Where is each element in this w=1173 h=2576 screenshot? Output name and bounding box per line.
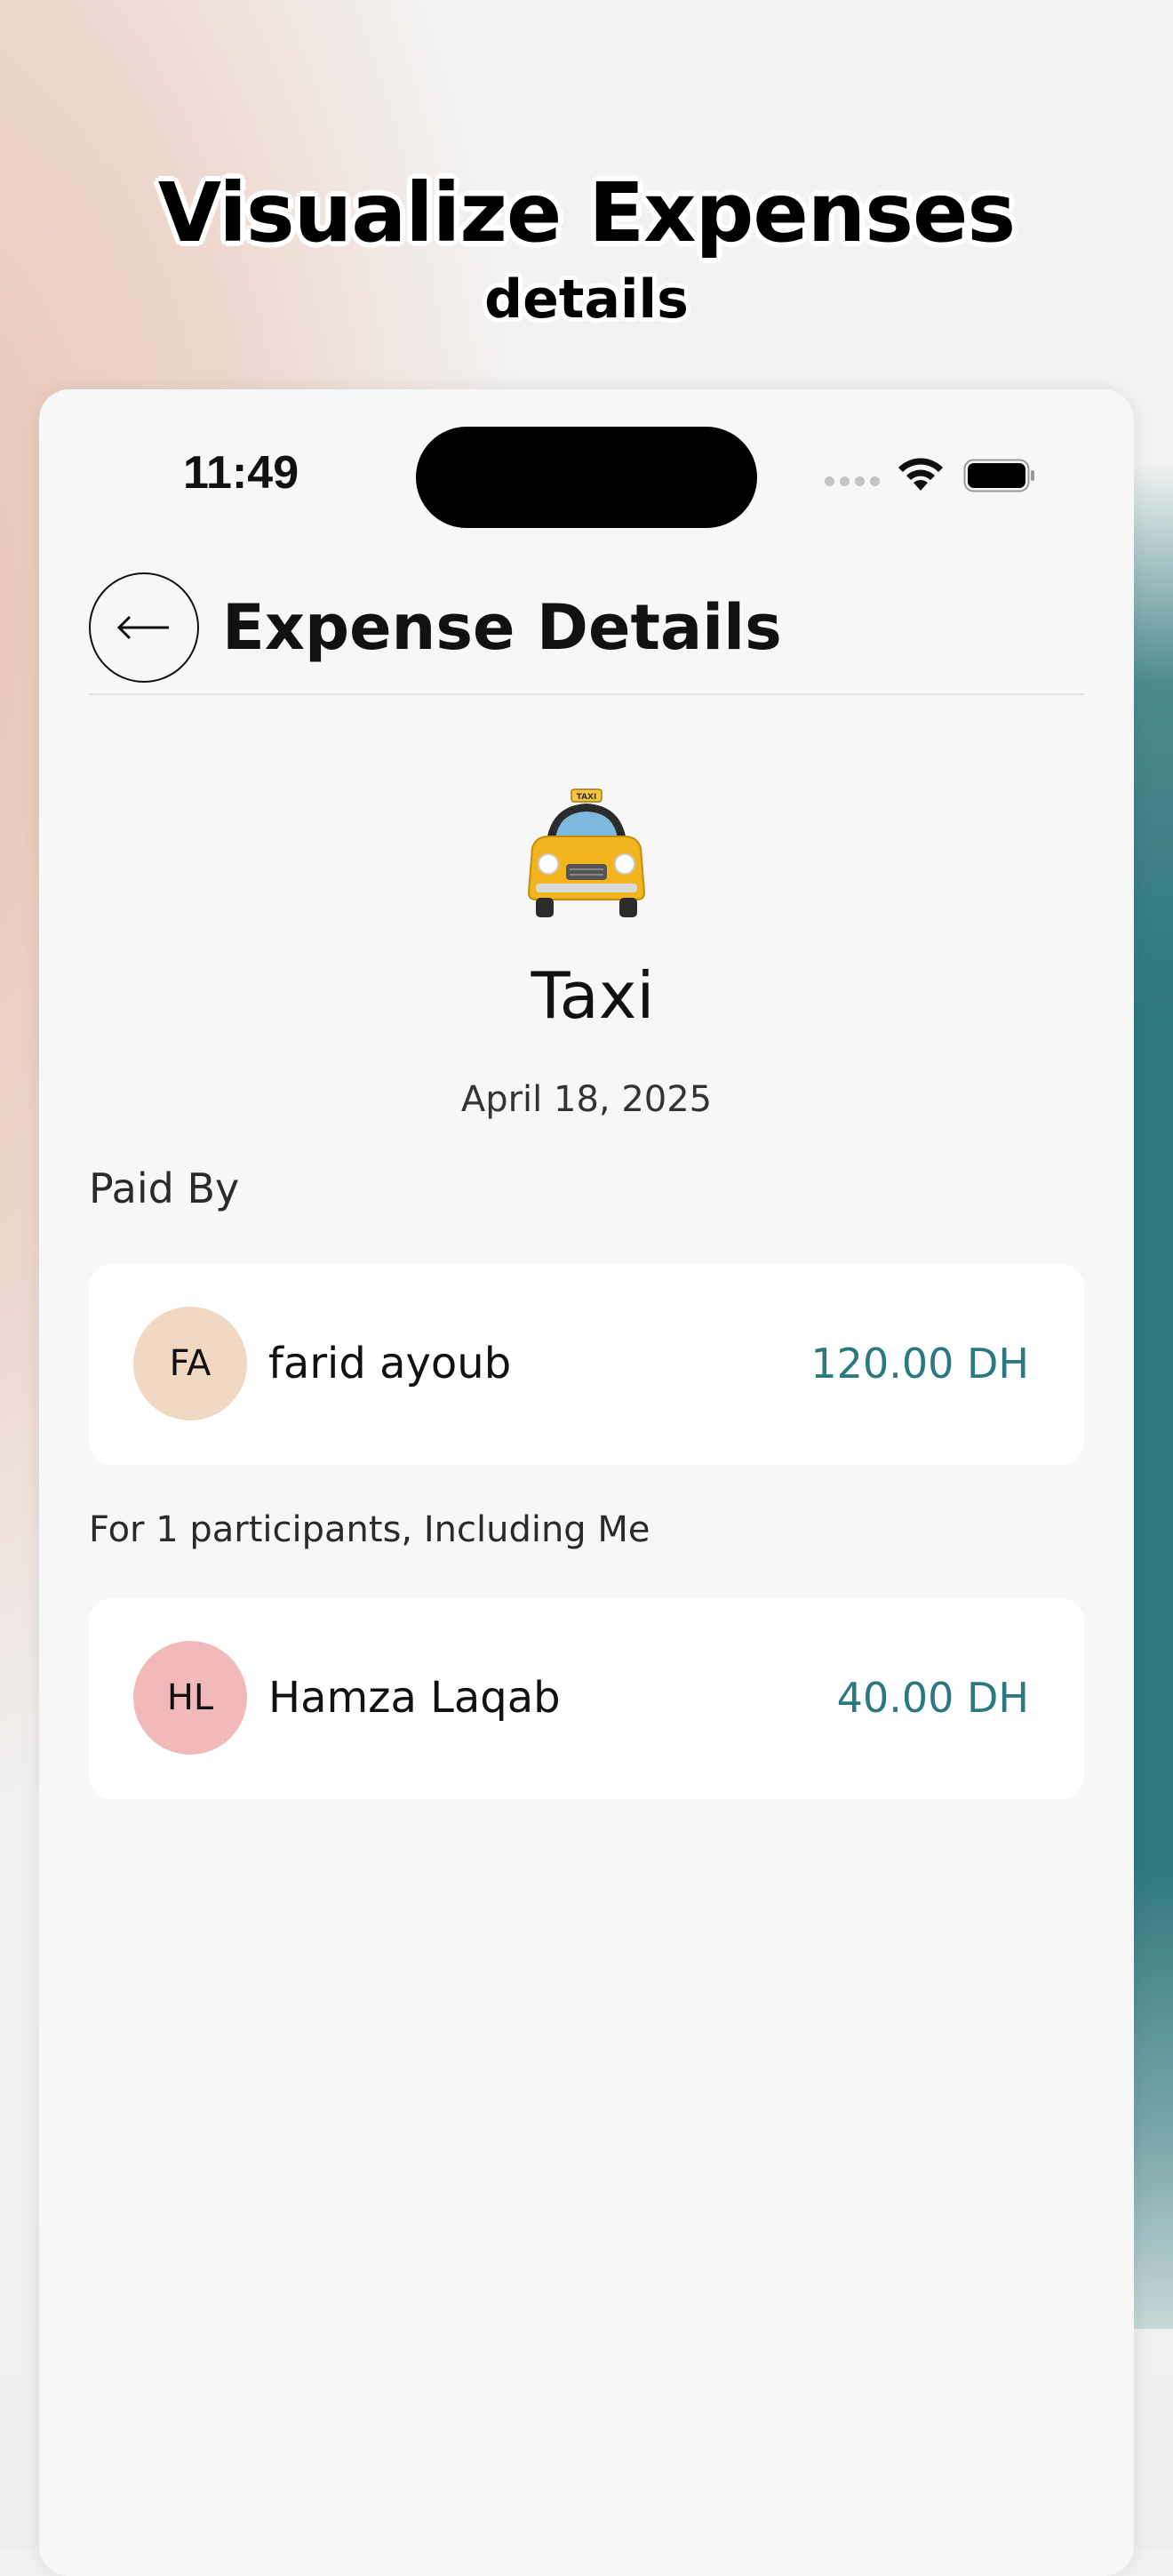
navigation-bar: Expense Details	[89, 558, 1084, 695]
promo-subtitle: details	[484, 268, 689, 331]
svg-text:TAXI: TAXI	[577, 793, 597, 802]
expense-title: Taxi	[531, 958, 655, 1033]
back-button[interactable]	[89, 572, 199, 683]
expense-date: April 18, 2025	[460, 1079, 713, 1120]
payer-card[interactable]: FA farid ayoub 120.00 DH	[89, 1264, 1084, 1465]
participant-card[interactable]: HL Hamza Laqab 40.00 DH	[89, 1598, 1084, 1799]
avatar: FA	[133, 1307, 247, 1420]
wifi-icon	[898, 458, 943, 491]
page-title: Expense Details	[222, 591, 782, 664]
status-bar: 11:49	[39, 389, 1134, 567]
payer-amount: 120.00 DH	[810, 1340, 1029, 1388]
participants-label: For 1 participants, Including Me	[89, 1509, 650, 1550]
status-time: 11:49	[183, 447, 299, 499]
participant-name: Hamza Laqab	[268, 1673, 561, 1723]
taxi-icon: TAXI	[39, 788, 1134, 921]
promo-title: Visualize Expenses	[157, 165, 1016, 260]
paid-by-label: Paid By	[89, 1164, 240, 1212]
arrow-left-icon	[116, 615, 169, 640]
phone-screen: 11:49 Expense Details TAXI Taxi April 18…	[39, 389, 1134, 2576]
participant-amount: 40.00 DH	[836, 1674, 1029, 1722]
dynamic-island	[416, 427, 757, 528]
promo-headline: Visualize Expenses details	[0, 160, 1173, 332]
payer-name: farid ayoub	[268, 1339, 512, 1388]
battery-icon	[963, 459, 1034, 492]
avatar: HL	[133, 1641, 247, 1755]
signal-icon	[825, 476, 880, 486]
